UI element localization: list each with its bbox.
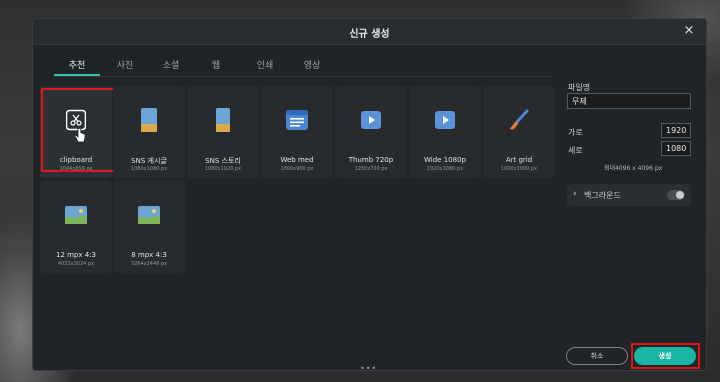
preset-name: 8 mpx 4:3 (131, 251, 167, 259)
tab-web[interactable]: 웹 (209, 58, 223, 78)
portrait-image-icon (213, 108, 233, 132)
max-size-info: 최대4096 x 4096 px (604, 165, 663, 172)
preset-size: 3264x2448 px (130, 261, 168, 267)
preset-name: SNS 스토리 (205, 157, 241, 165)
landscape-image-icon (137, 203, 161, 227)
hand-cursor-icon (74, 127, 86, 144)
preset-card-thumb-720p[interactable]: Thumb 720p 1280x720 px (335, 86, 407, 178)
preset-size: 1000x1000 px (500, 166, 538, 172)
preset-size: 4032x3024 px (57, 261, 95, 267)
preset-name: Thumb 720p (348, 156, 394, 164)
preset-card-sns-story[interactable]: SNS 스토리 1080x1920 px (187, 86, 259, 178)
paintbrush-icon (507, 108, 531, 132)
preset-name: Art grid (505, 156, 533, 164)
height-label: 세로 (568, 146, 583, 155)
tab-divider (54, 76, 554, 77)
filename-label: 파일명 (568, 83, 591, 92)
background-label: 백그라운드 (584, 191, 621, 200)
more-dots: ••• (360, 364, 378, 373)
play-video-icon (433, 108, 457, 132)
tab-video[interactable]: 영상 (301, 58, 323, 78)
chevron-right-icon: › (573, 189, 577, 199)
dialog-titlebar: 신규 생성 × (33, 19, 706, 45)
preset-card-sns-post[interactable]: SNS 게시글 1080x1080 px (113, 86, 185, 178)
preset-card-8mpx[interactable]: 8 mpx 4:3 3264x2448 px (113, 181, 185, 273)
web-page-icon (285, 108, 309, 132)
preset-size: 1600x900 px (280, 166, 314, 172)
preset-name: SNS 게시글 (131, 157, 167, 165)
dialog-title: 신규 생성 (349, 29, 390, 40)
tab-social[interactable]: 소셜 (160, 58, 182, 78)
landscape-image-icon (64, 203, 88, 227)
preset-card-art-grid[interactable]: Art grid 1000x1000 px (483, 86, 555, 178)
preset-size: 1080x1080 px (130, 166, 168, 172)
preset-name: Wide 1080p (424, 156, 466, 164)
close-icon[interactable]: × (682, 23, 696, 39)
preset-size: 1080x1920 px (204, 166, 242, 172)
width-field[interactable] (661, 123, 691, 138)
preset-name: Web med (280, 156, 314, 164)
filename-field[interactable] (567, 93, 691, 109)
tab-photo[interactable]: 사진 (114, 58, 136, 78)
preset-card-web-med[interactable]: Web med 1600x900 px (261, 86, 333, 178)
background-toggle-row[interactable]: › 백그라운드 (567, 184, 691, 206)
preset-card-wide-1080p[interactable]: Wide 1080p 1920x1080 px (409, 86, 481, 178)
portrait-image-icon (139, 108, 159, 132)
preset-card-12mpx[interactable]: 12 mpx 4:3 4032x3024 px (40, 181, 112, 273)
cancel-button[interactable]: 취소 (566, 347, 628, 365)
toggle-knob (676, 191, 684, 199)
background-toggle[interactable] (667, 190, 685, 200)
tab-print[interactable]: 인쇄 (254, 58, 276, 78)
preset-size: 1280x720 px (354, 166, 388, 172)
width-label: 가로 (568, 128, 583, 137)
preset-name: 12 mpx 4:3 (55, 251, 97, 259)
play-video-icon (359, 108, 383, 132)
create-button-highlight-box (631, 343, 700, 369)
height-field[interactable] (661, 141, 691, 156)
preset-size: 1920x1080 px (426, 166, 464, 172)
